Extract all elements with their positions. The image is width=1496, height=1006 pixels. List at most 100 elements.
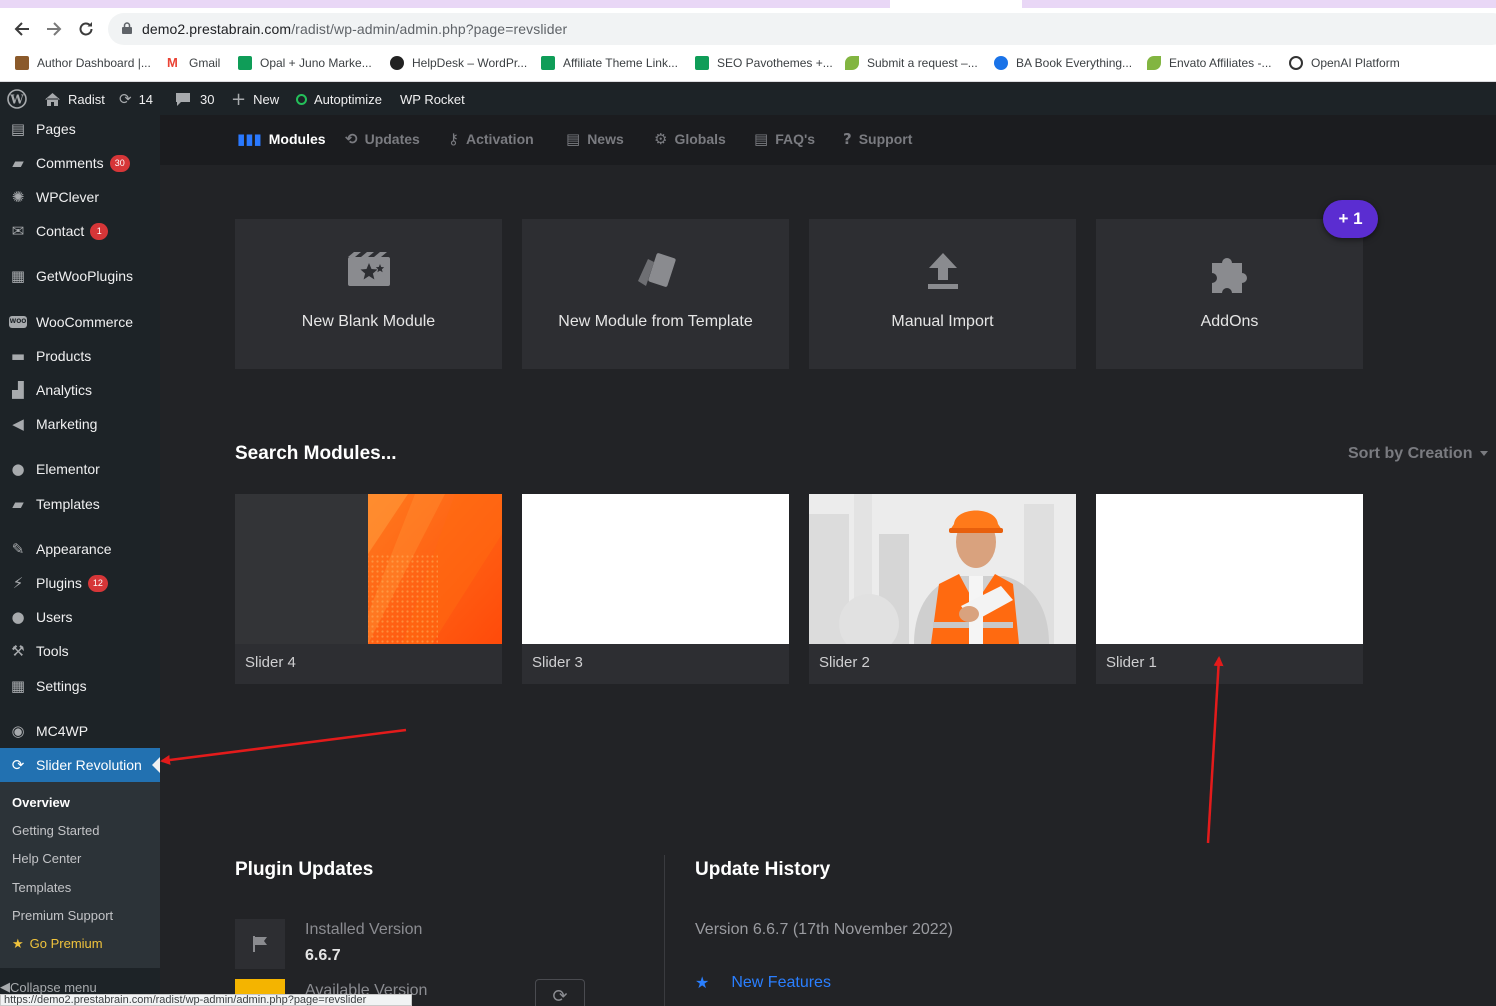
sidebar-item-analytics[interactable]: ▟ Analytics (0, 373, 160, 407)
bookmark-item[interactable]: M Gmail (167, 55, 220, 71)
comments-link[interactable]: 30 (175, 83, 214, 115)
version-history-line: Version 6.6.7 (17th November 2022) (695, 921, 953, 938)
tab-modules[interactable]: ▮▮▮ Modules (237, 130, 326, 148)
tab-news[interactable]: ▤ News (566, 130, 624, 148)
submenu-overview[interactable]: Overview (12, 795, 70, 810)
browser-status-bar: https://demo2.prestabrain.com/radist/wp-… (0, 994, 412, 1006)
submenu-premium-support[interactable]: Premium Support (12, 908, 113, 923)
sidebar-item-plugins[interactable]: ⚡ Plugins 12 (0, 566, 160, 600)
new-features-link[interactable]: ★ New Features (695, 973, 831, 992)
main-content: ▮▮▮ Modules ⟲ Updates ⚷ Activation ▤ News ⚙ G… (160, 115, 1496, 1006)
tab-globals[interactable]: ⚙ Globals (654, 130, 726, 148)
plugin-updates-title: Plugin Updates (235, 859, 374, 880)
sidebar-item-appearance[interactable]: ✎ Appearance (0, 532, 160, 566)
sidebar-item-pages[interactable]: ▤ Pages (0, 112, 160, 146)
submenu-getting-started[interactable]: Getting Started (12, 823, 99, 838)
news-icon: ▤ (566, 130, 581, 148)
active-indicator (152, 757, 160, 773)
bookmark-item[interactable]: Affiliate Theme Link... (541, 56, 678, 70)
sidebar-item-tools[interactable]: ⚒ Tools (0, 634, 160, 668)
comments-icon: ▰ (12, 154, 24, 172)
new-module-from-template-card[interactable]: New Module from Template (522, 219, 789, 369)
wp-rocket-link[interactable]: WP Rocket (400, 83, 465, 115)
plus-icon: + (231, 88, 247, 110)
wp-logo[interactable]: W (7, 83, 27, 115)
sidebar-item-contact[interactable]: ✉ Contact 1 (0, 214, 160, 248)
sidebar-item-elementor[interactable]: ● Elementor (0, 452, 160, 486)
bookmark-item[interactable]: Author Dashboard |... (15, 56, 151, 70)
card-label: New Module from Template (558, 313, 753, 330)
bookmark-item[interactable]: OpenAI Platform (1289, 56, 1400, 70)
slider-card[interactable]: Slider 1 (1096, 494, 1363, 684)
wp-admin-bar: W Radist ⟳ 14 30 + New Autoptimize WP Ro… (0, 83, 1496, 115)
manual-import-card[interactable]: Manual Import (809, 219, 1076, 369)
bar-chart-icon: ▟ (12, 381, 24, 399)
sidebar-item-comments[interactable]: ▰ Comments 30 (0, 146, 160, 180)
submenu-templates[interactable]: Templates (12, 880, 71, 895)
wpclever-icon: ✺ (11, 188, 25, 206)
sidebar-item-getwooplugins[interactable]: ▦ GetWooPlugins (0, 259, 160, 293)
browser-tab-group[interactable] (1022, 0, 1496, 8)
card-label: Manual Import (891, 313, 994, 330)
back-button[interactable] (9, 16, 35, 42)
address-bar[interactable]: demo2.prestabrain.com/radist/wp-admin/ad… (108, 13, 1496, 45)
slider-card[interactable]: Slider 4 (235, 494, 502, 684)
svg-text:W: W (9, 93, 24, 107)
sidebar-item-wpclever[interactable]: ✺ WPClever (0, 180, 160, 214)
site-name-link[interactable]: Radist (44, 83, 105, 115)
comment-bubble-icon (176, 92, 190, 106)
card-label: AddOns (1200, 313, 1259, 330)
new-blank-module-card[interactable]: New Blank Module (235, 219, 502, 369)
cards-icon (637, 253, 676, 287)
bookmark-item[interactable]: SEO Pavothemes +... (695, 56, 833, 70)
slider-thumbnail (1096, 494, 1363, 644)
user-icon: ● (11, 608, 25, 626)
tab-support[interactable]: ? Support (843, 130, 912, 148)
submenu-go-premium[interactable]: ★ Go Premium (12, 936, 103, 952)
sidebar-item-marketing[interactable]: ◀ Marketing (0, 407, 160, 441)
sheets-icon (238, 56, 252, 70)
bookmark-item[interactable]: Opal + Juno Marke... (238, 56, 372, 70)
sheets-icon (695, 56, 709, 70)
revslider-icon: ⟳ (11, 756, 25, 774)
sidebar-item-settings[interactable]: ▦ Settings (0, 669, 160, 703)
new-content-link[interactable]: + New (231, 83, 279, 115)
autoptimize-link[interactable]: Autoptimize (296, 83, 382, 115)
plugin-grid-icon: ▦ (10, 267, 26, 285)
submenu-help-center[interactable]: Help Center (12, 851, 81, 866)
reload-button[interactable] (73, 16, 99, 42)
gmail-icon: M (167, 55, 178, 70)
sidebar-item-users[interactable]: ● Users (0, 600, 160, 634)
tab-activation[interactable]: ⚷ Activation (448, 130, 534, 148)
forward-button[interactable] (41, 16, 67, 42)
sidebar-item-slider-revolution[interactable]: ⟳ Slider Revolution (0, 748, 160, 782)
check-updates-button[interactable]: ⟳ (535, 979, 585, 1006)
bookmark-item[interactable]: Submit a request –... (845, 56, 978, 70)
bookmark-item[interactable]: HelpDesk – WordPr... (390, 56, 527, 70)
slider-card[interactable]: Slider 2 (809, 494, 1076, 684)
folder-icon: ▰ (12, 495, 24, 513)
arrow-left-icon (14, 22, 29, 36)
sidebar-item-woocommerce[interactable]: WOO WooCommerce (0, 305, 160, 339)
sort-dropdown[interactable]: Sort by Creation (1348, 445, 1489, 463)
slider-thumbnail (809, 494, 1076, 644)
tab-updates[interactable]: ⟲ Updates (345, 130, 420, 148)
search-modules-title[interactable]: Search Modules... (235, 443, 397, 465)
bookmark-item[interactable]: Envato Affiliates -... (1147, 56, 1272, 70)
tab-faqs[interactable]: ▤ FAQ's (754, 130, 815, 148)
wordpress-icon: W (7, 89, 27, 109)
flag-icon (253, 936, 267, 952)
upload-icon (927, 253, 958, 289)
addons-card[interactable]: AddOns (1096, 219, 1363, 369)
browser-tab-group[interactable] (0, 0, 890, 8)
sidebar-item-mc4wp[interactable]: ◉ MC4WP (0, 714, 160, 748)
reload-icon (79, 22, 93, 36)
slider-card[interactable]: Slider 3 (522, 494, 789, 684)
bookmark-item[interactable]: BA Book Everything... (994, 56, 1132, 70)
updates-link[interactable]: ⟳ 14 (119, 83, 153, 115)
sidebar-item-templates[interactable]: ▰ Templates (0, 487, 160, 521)
sidebar-item-products[interactable]: ▬ Products (0, 339, 160, 373)
film-stars-icon (347, 252, 390, 286)
notification-badge[interactable]: + 1 (1323, 200, 1378, 238)
globe-icon (390, 56, 404, 70)
